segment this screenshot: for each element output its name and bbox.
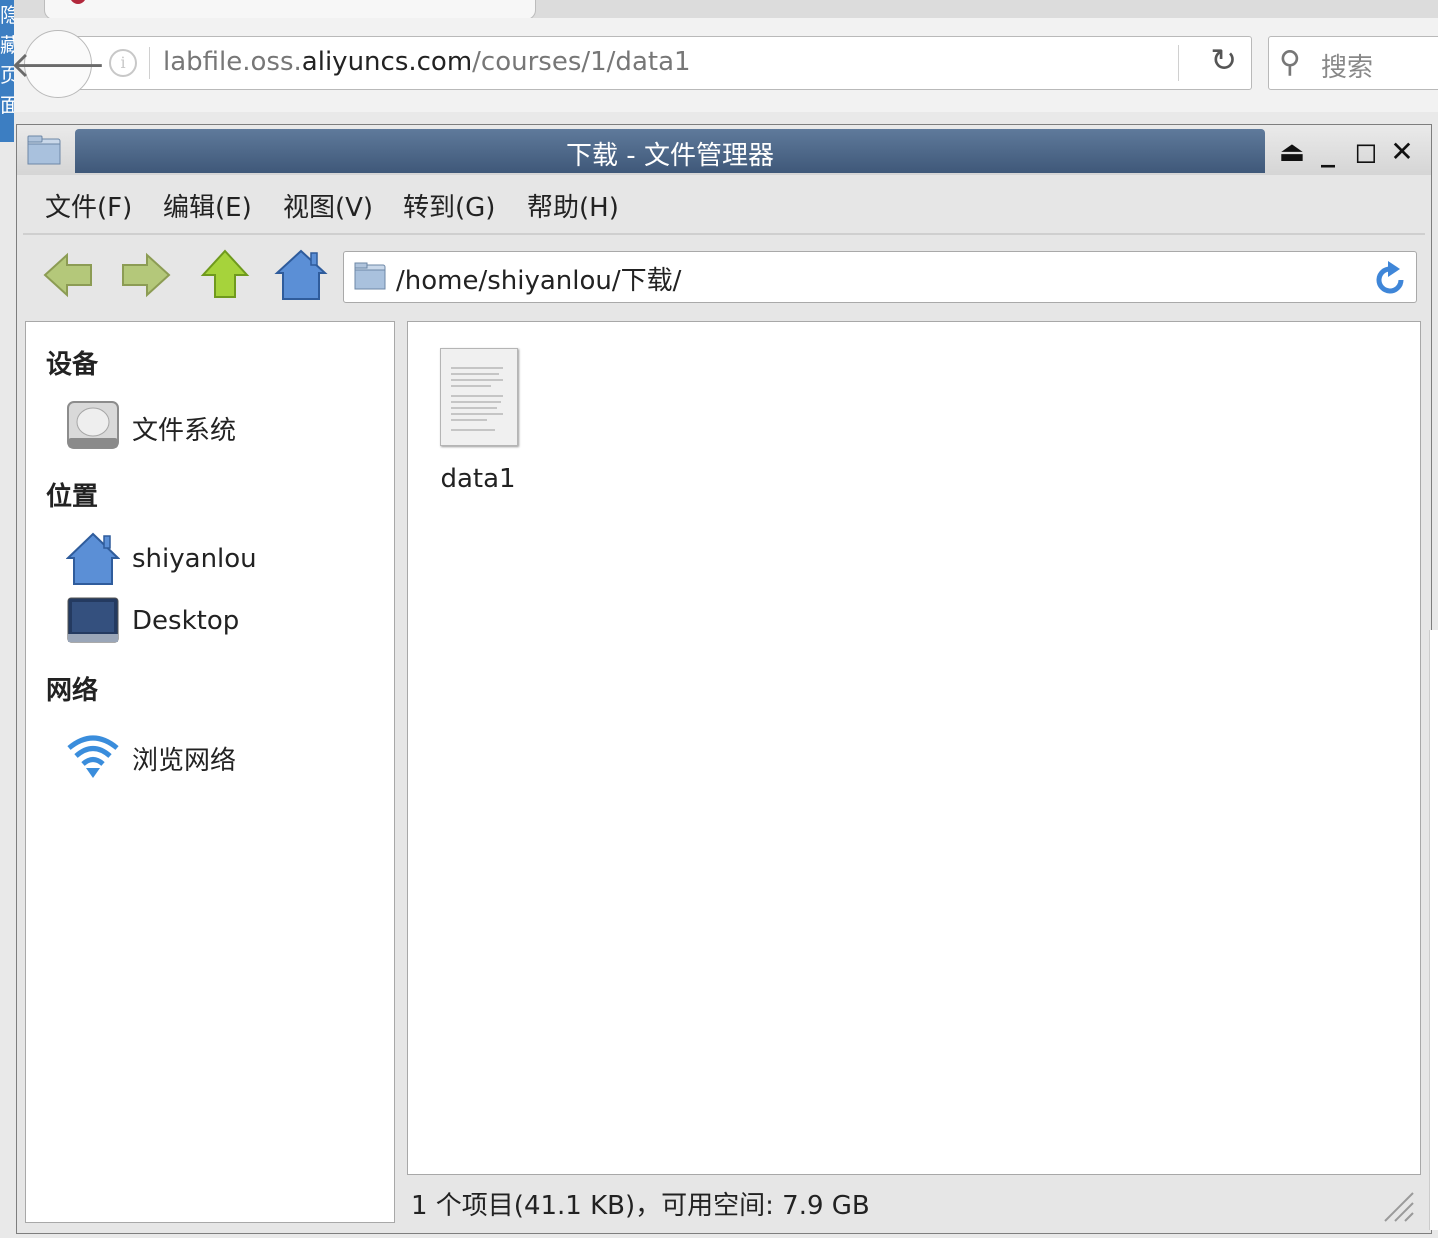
network-header: 网络 bbox=[46, 676, 99, 706]
sidebar-item-label: 浏览网络 bbox=[132, 746, 237, 776]
arrow-left-icon: 🡐 bbox=[9, 45, 107, 86]
places-header: 位置 bbox=[46, 482, 99, 512]
sidebar-item-label: Desktop bbox=[132, 606, 240, 636]
menu-bar: 文件(F) 编辑(E) 视图(V) 转到(G) 帮助(H) bbox=[17, 175, 1431, 233]
sidebar-item-home[interactable]: shiyanlou bbox=[66, 532, 386, 588]
file-item[interactable]: data1 bbox=[430, 344, 526, 504]
text-document-icon bbox=[440, 348, 518, 446]
maximize-button[interactable]: ◻ bbox=[1351, 135, 1381, 168]
menu-help[interactable]: 帮助(H) bbox=[527, 187, 619, 224]
close-icon: ✕ bbox=[1390, 135, 1414, 168]
folder-icon bbox=[354, 262, 386, 290]
title-bar[interactable]: 下载 - 文件管理器 ⏏ _ ◻ ✕ bbox=[17, 125, 1431, 175]
close-button[interactable]: ✕ bbox=[1387, 135, 1417, 168]
file-manager-window: 下载 - 文件管理器 ⏏ _ ◻ ✕ 文件(F) 编辑(E) 视图(V) 转到(… bbox=[16, 124, 1432, 1234]
menu-go[interactable]: 转到(G) bbox=[403, 187, 495, 224]
maximize-icon: ◻ bbox=[1354, 135, 1378, 168]
home-icon[interactable] bbox=[273, 247, 329, 303]
menu-view[interactable]: 视图(V) bbox=[283, 187, 373, 224]
sidebar-item-label: 文件系统 bbox=[132, 416, 237, 446]
harddisk-icon bbox=[67, 401, 119, 449]
minimize-icon: _ bbox=[1321, 135, 1335, 168]
background-page-edge bbox=[1429, 630, 1438, 1230]
url-separator bbox=[149, 47, 150, 79]
file-name: data1 bbox=[440, 464, 516, 494]
url-text[interactable]: labfile.oss.aliyuncs.com/courses/1/data1 bbox=[163, 47, 691, 77]
status-bar: 1 个项目(41.1 KB)，可用空间: 7.9 GB bbox=[407, 1181, 1421, 1227]
wifi-icon bbox=[67, 735, 119, 778]
devices-header: 设备 bbox=[46, 350, 99, 380]
search-icon: ⚲ bbox=[1279, 45, 1301, 80]
folder-icon bbox=[27, 135, 61, 165]
url-bar[interactable]: i labfile.oss.aliyuncs.com/courses/1/dat… bbox=[70, 36, 1252, 90]
sidebar-item-label: shiyanlou bbox=[132, 544, 257, 574]
search-input[interactable]: ⚲ 搜索 bbox=[1268, 36, 1438, 90]
reload-icon[interactable]: ↻ bbox=[1210, 41, 1237, 79]
desktop-icon bbox=[67, 597, 119, 643]
sidebar-item-network[interactable]: 浏览网络 bbox=[66, 728, 386, 784]
forward-arrow-icon[interactable] bbox=[117, 247, 173, 303]
sidebar-item-desktop[interactable]: Desktop bbox=[66, 594, 386, 650]
window-title: 下载 - 文件管理器 bbox=[566, 141, 774, 171]
shade-button[interactable]: ⏏ bbox=[1277, 135, 1307, 168]
file-view[interactable]: data1 bbox=[407, 321, 1421, 1175]
eject-icon: ⏏ bbox=[1278, 135, 1306, 168]
menu-edit[interactable]: 编辑(E) bbox=[163, 187, 252, 224]
menu-file[interactable]: 文件(F) bbox=[45, 187, 132, 224]
browser-tab-strip bbox=[14, 0, 1438, 20]
back-arrow-icon[interactable] bbox=[41, 247, 97, 303]
sidebar-item-filesystem[interactable]: 文件系统 bbox=[66, 398, 386, 454]
info-icon[interactable]: i bbox=[109, 49, 137, 77]
up-arrow-icon[interactable] bbox=[197, 247, 253, 303]
search-placeholder: 搜索 bbox=[1321, 53, 1374, 83]
status-text: 1 个项目(41.1 KB)，可用空间: 7.9 GB bbox=[411, 1191, 870, 1221]
menu-separator bbox=[23, 233, 1425, 235]
browser-back-button[interactable]: 🡐 bbox=[10, 30, 106, 98]
side-pane: 设备 文件系统 位置 shiyanlou Desktop 网络 浏览网络 bbox=[25, 321, 395, 1223]
resize-grip-icon[interactable] bbox=[1379, 1187, 1415, 1223]
minimize-button[interactable]: _ bbox=[1313, 135, 1343, 168]
path-bar[interactable]: /home/shiyanlou/下载/ bbox=[343, 251, 1417, 303]
path-text[interactable]: /home/shiyanlou/下载/ bbox=[396, 260, 681, 297]
home-icon bbox=[66, 532, 120, 585]
title-center: 下载 - 文件管理器 bbox=[75, 129, 1265, 173]
browser-tab[interactable] bbox=[44, 0, 536, 20]
refresh-icon[interactable] bbox=[1374, 258, 1408, 296]
reload-separator bbox=[1178, 45, 1179, 81]
